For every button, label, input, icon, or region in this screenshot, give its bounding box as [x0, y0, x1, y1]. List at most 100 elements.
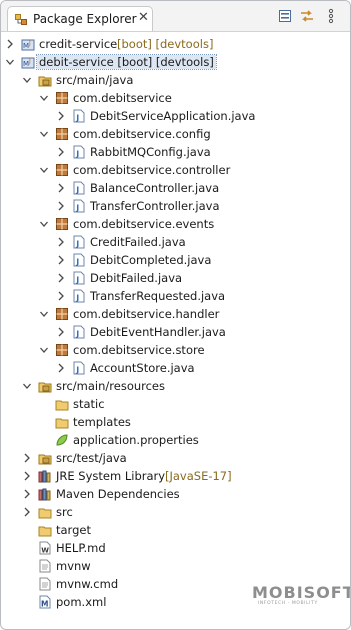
tree-item-label: CreditFailed.java — [90, 235, 186, 249]
svg-text:J: J — [75, 204, 79, 213]
tree-item-label: com.debitservice.config — [73, 127, 211, 141]
svg-text:J: J — [75, 330, 79, 339]
tree-item-label: com.debitservice.handler — [73, 307, 220, 321]
chevron-right-icon[interactable] — [22, 451, 32, 465]
tree-item-label: templates — [73, 415, 131, 429]
chevron-right-icon[interactable] — [56, 271, 66, 285]
chevron-right-icon[interactable] — [56, 361, 66, 375]
package-icon — [56, 92, 68, 104]
tree-item[interactable]: J TransferRequested.java — [1, 287, 350, 305]
tree-item[interactable]: templates — [1, 413, 350, 431]
tree-item-label: pom.xml — [56, 595, 107, 609]
chevron-down-icon[interactable] — [39, 91, 49, 105]
tree-item-decoration: [boot] [devtools] — [117, 37, 214, 51]
package-explorer-icon — [15, 14, 27, 25]
project-icon: MJ — [21, 57, 35, 69]
tree-item[interactable]: M J credit-service [boot] [devtools] — [1, 35, 350, 53]
chevron-down-icon[interactable] — [39, 217, 49, 231]
chevron-down-icon[interactable] — [39, 307, 49, 321]
tree-item[interactable]: src — [1, 503, 350, 521]
tree-item[interactable]: com.debitservice.store — [1, 341, 350, 359]
tree-item-label: credit-service — [39, 37, 118, 51]
file-icon — [39, 559, 51, 573]
tree-item[interactable]: J DebitServiceApplication.java — [1, 107, 350, 125]
tree-item[interactable]: com.debitservice.events — [1, 215, 350, 233]
tree-item[interactable]: J CreditFailed.java — [1, 233, 350, 251]
collapse-all-icon[interactable] — [277, 8, 293, 24]
view-menu-icon[interactable] — [323, 8, 339, 24]
tree-item[interactable]: target — [1, 521, 350, 539]
tree-item[interactable]: com.debitservice — [1, 89, 350, 107]
properties-file-icon — [56, 434, 68, 446]
tree-item-label: DebitFailed.java — [90, 271, 183, 285]
tree-item-decoration: [JavaSE-17] — [165, 469, 232, 483]
tab-package-explorer[interactable]: Package Explorer ✕ — [7, 6, 153, 31]
svg-text:J: J — [75, 240, 79, 249]
chevron-right-icon[interactable] — [56, 235, 66, 249]
chevron-right-icon[interactable] — [56, 181, 66, 195]
chevron-right-icon[interactable] — [22, 505, 32, 519]
chevron-right-icon[interactable] — [22, 487, 32, 501]
tree-item[interactable]: J RabbitMQConfig.java — [1, 143, 350, 161]
source-folder-icon — [38, 76, 52, 87]
tree-item[interactable]: com.debitservice.controller — [1, 161, 350, 179]
tree-item-label: com.debitservice.store — [73, 343, 205, 357]
svg-text:J: J — [75, 114, 79, 123]
close-icon[interactable]: ✕ — [138, 10, 149, 25]
tree-item[interactable]: W HELP.md — [1, 539, 350, 557]
chevron-down-icon[interactable] — [22, 379, 32, 393]
package-icon — [56, 308, 68, 320]
tree-item-label: DebitCompleted.java — [90, 253, 212, 267]
tree-item[interactable]: J DebitEventHandler.java — [1, 323, 350, 341]
chevron-right-icon[interactable] — [22, 469, 32, 483]
folder-icon — [55, 400, 69, 411]
tree-item[interactable]: src/test/java — [1, 449, 350, 467]
chevron-right-icon[interactable] — [56, 289, 66, 303]
tree-item-label: src/main/resources — [56, 379, 166, 393]
chevron-down-icon[interactable] — [39, 343, 49, 357]
xml-file-icon: M — [39, 595, 51, 609]
view-tab-bar: Package Explorer ✕ — [1, 1, 350, 32]
tree-item[interactable]: JRE System Library [JavaSE-17] — [1, 467, 350, 485]
tree-item-label: Maven Dependencies — [56, 487, 180, 501]
link-with-editor-icon[interactable] — [299, 8, 315, 24]
tree-item[interactable]: com.debitservice.handler — [1, 305, 350, 323]
tree-item[interactable]: Maven Dependencies — [1, 485, 350, 503]
tree-item[interactable]: mvnw — [1, 557, 350, 575]
chevron-down-icon[interactable] — [39, 127, 49, 141]
tree-item-label: AccountStore.java — [90, 361, 195, 375]
tree-item[interactable]: src/main/resources — [1, 377, 350, 395]
java-file-icon: J — [73, 109, 85, 123]
chevron-right-icon[interactable] — [56, 253, 66, 267]
watermark-subtitle: INFOTECH · MOBILITY — [258, 601, 318, 606]
package-explorer-view: Package Explorer ✕ M Jcredit-service [boo… — [0, 0, 351, 630]
chevron-right-icon[interactable] — [56, 145, 66, 159]
chevron-down-icon[interactable] — [22, 73, 32, 87]
tree-item[interactable]: J DebitFailed.java — [1, 269, 350, 287]
tree-item[interactable]: J BalanceController.java — [1, 179, 350, 197]
tree-item-label: com.debitservice.events — [73, 217, 215, 231]
tree-item[interactable]: application.properties — [1, 431, 350, 449]
tree-item[interactable]: src/main/java — [1, 71, 350, 89]
svg-text:J: J — [75, 294, 79, 303]
tree-item[interactable]: static — [1, 395, 350, 413]
source-folder-icon — [38, 382, 52, 393]
tree-item[interactable]: J TransferController.java — [1, 197, 350, 215]
chevron-right-icon[interactable] — [56, 109, 66, 123]
tree-item[interactable]: M Jdebit-service [boot] [devtools] — [1, 53, 350, 71]
file-icon — [39, 577, 51, 591]
tree-item[interactable]: J DebitCompleted.java — [1, 251, 350, 269]
tree-item-label: com.debitservice — [73, 91, 172, 105]
tree-item[interactable]: J AccountStore.java — [1, 359, 350, 377]
tree-item-label: RabbitMQConfig.java — [90, 145, 211, 159]
chevron-right-icon[interactable] — [56, 325, 66, 339]
tree-item[interactable]: com.debitservice.config — [1, 125, 350, 143]
chevron-down-icon[interactable] — [5, 55, 15, 69]
chevron-right-icon[interactable] — [56, 199, 66, 213]
chevron-down-icon[interactable] — [39, 163, 49, 177]
svg-text:J: J — [28, 40, 31, 47]
tree-item-label: mvnw — [56, 559, 91, 573]
tree-item-label: debit-service [boot] [devtools] — [36, 54, 217, 70]
java-file-icon: J — [73, 253, 85, 267]
chevron-right-icon[interactable] — [5, 37, 15, 51]
